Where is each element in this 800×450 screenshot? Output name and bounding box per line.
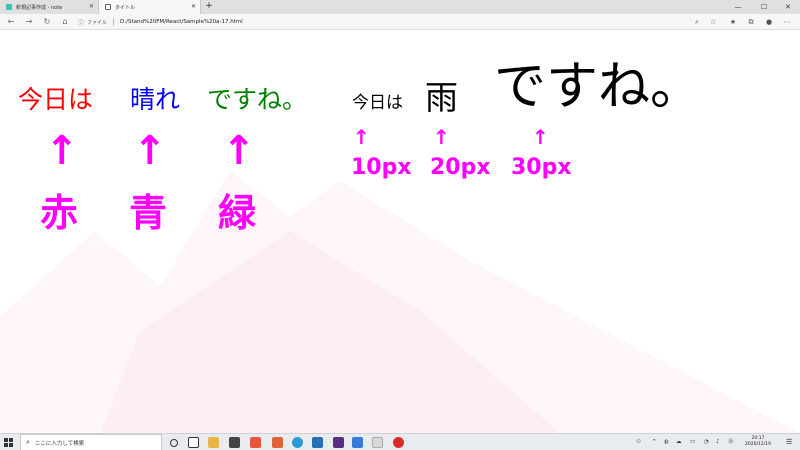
label-green: 緑 xyxy=(218,191,257,235)
tab-title: 新規記事作成 - note xyxy=(16,4,63,11)
label-20px: 20px xyxy=(430,155,491,180)
app-icon[interactable] xyxy=(372,437,383,448)
tab-title: タイトル xyxy=(115,4,136,11)
windows-start-icon[interactable] xyxy=(4,438,13,447)
arrow-up-icon: ↑ xyxy=(353,125,370,149)
task-view-icon[interactable] xyxy=(188,437,199,448)
favorite-star-icon[interactable]: ☆ xyxy=(706,15,720,29)
arrow-up-icon: ↑ xyxy=(222,128,256,174)
onedrive-icon[interactable]: ☁ xyxy=(676,434,682,450)
text-size-30px: ですね。 xyxy=(494,57,703,117)
label-blue: 青 xyxy=(129,191,168,235)
tab-note[interactable]: 新規記事作成 - note ✕ xyxy=(0,0,98,14)
clock-date: 2020/12/19 xyxy=(745,442,771,447)
close-tab-icon[interactable]: ✕ xyxy=(89,3,94,10)
search-placeholder: ここに入力して検索 xyxy=(34,440,85,447)
zoom-icon[interactable]: ⌕ xyxy=(690,15,704,29)
app-icon[interactable] xyxy=(393,437,404,448)
tab-bar: 新規記事作成 - note ✕ タイトル ✕ + — ☐ ✕ xyxy=(0,0,800,14)
address-divider xyxy=(113,18,115,26)
minimize-button[interactable]: — xyxy=(726,0,750,14)
maximize-button[interactable]: ☐ xyxy=(752,0,776,14)
app-icon[interactable] xyxy=(272,437,283,448)
arrow-up-icon: ↑ xyxy=(133,128,167,174)
address-scheme-label: ファイル xyxy=(87,19,108,26)
profile-icon[interactable]: ● xyxy=(762,15,776,29)
taskbar: ⌕ ここに入力して検索 ⚇ ^ ◍ ☁ ▭ ◔ ♪ Ⓐ 20:17 2020/1… xyxy=(0,433,800,450)
more-menu-icon[interactable]: ⋯ xyxy=(780,15,794,29)
text-size-10px: 今日は xyxy=(352,93,403,113)
arrow-up-icon: ↑ xyxy=(532,125,549,149)
address-url[interactable]: D:/Stand%20FM/React/Sample%20a-17.html xyxy=(120,19,243,25)
back-icon[interactable]: ← xyxy=(4,15,18,29)
tab-current[interactable]: タイトル ✕ xyxy=(98,0,201,14)
taskbar-search-box[interactable]: ⌕ ここに入力して検索 xyxy=(20,434,162,450)
text-size-20px: 雨 xyxy=(425,78,458,117)
close-window-button[interactable]: ✕ xyxy=(776,0,800,14)
app-icon[interactable] xyxy=(250,437,261,448)
forward-icon[interactable]: → xyxy=(22,15,36,29)
green-text: ですね。 xyxy=(207,85,308,114)
people-icon[interactable]: ⚇ xyxy=(636,434,641,450)
language-icon[interactable]: Ⓐ xyxy=(728,434,734,450)
edge-browser-icon[interactable] xyxy=(292,437,303,448)
note-favicon-icon xyxy=(6,4,12,10)
label-red: 赤 xyxy=(40,191,79,235)
address-bar[interactable]: ⓘ ファイル D:/Stand%20FM/React/Sample%20a-17… xyxy=(78,16,688,28)
page-content: 今日は 晴れ ですね。 ↑ ↑ ↑ 赤 青 緑 今日は 雨 ですね。 ↑ ↑ ↑… xyxy=(0,31,800,433)
cortana-icon[interactable] xyxy=(170,439,178,447)
blue-text: 晴れ xyxy=(130,85,181,114)
mail-icon[interactable] xyxy=(312,437,323,448)
file-explorer-icon[interactable] xyxy=(208,437,219,448)
label-30px: 30px xyxy=(511,155,572,180)
label-10px: 10px xyxy=(351,155,412,180)
new-tab-button[interactable]: + xyxy=(204,0,214,14)
volume-icon[interactable]: ♪ xyxy=(716,434,720,450)
refresh-icon[interactable]: ↻ xyxy=(40,15,54,29)
close-tab-icon[interactable]: ✕ xyxy=(191,3,196,10)
clock[interactable]: 20:17 2020/12/19 xyxy=(738,436,778,448)
home-icon[interactable]: ⌂ xyxy=(58,15,72,29)
collections-icon[interactable]: ⧉ xyxy=(744,15,758,29)
page-favicon-icon xyxy=(105,4,111,10)
battery-icon[interactable]: ▭ xyxy=(690,434,695,450)
store-icon[interactable] xyxy=(229,437,240,448)
info-icon[interactable]: ⓘ xyxy=(78,18,84,27)
favorites-list-icon[interactable]: ★ xyxy=(726,15,740,29)
app-icon[interactable] xyxy=(333,437,344,448)
network-icon[interactable]: ◔ xyxy=(704,434,709,450)
browser-toolbar: ← → ↻ ⌂ ⓘ ファイル D:/Stand%20FM/React/Sampl… xyxy=(0,14,800,30)
arrow-up-icon: ↑ xyxy=(45,128,79,174)
arrow-up-icon: ↑ xyxy=(433,125,450,149)
red-text: 今日は xyxy=(18,85,94,114)
tray-chevron-icon[interactable]: ^ xyxy=(652,434,657,450)
search-icon: ⌕ xyxy=(26,438,30,446)
tray-app-icon[interactable]: ◍ xyxy=(664,434,669,450)
app-icon[interactable] xyxy=(352,437,363,448)
notifications-icon[interactable]: ☰ xyxy=(786,434,792,450)
